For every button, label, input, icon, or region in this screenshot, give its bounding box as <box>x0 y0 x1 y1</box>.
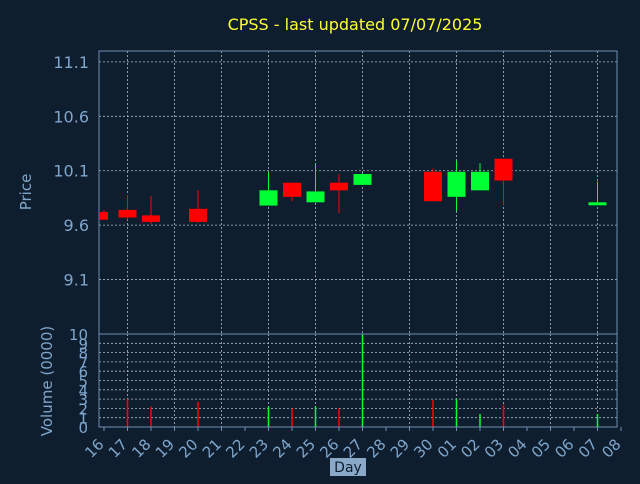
price-tick-label: 9.1 <box>64 271 89 290</box>
volume-bar <box>314 406 317 427</box>
chart-title: CPSS - last updated 07/07/2025 <box>228 15 483 34</box>
volume-bar <box>361 334 364 427</box>
candle-body <box>330 182 348 191</box>
candle-body <box>118 209 137 218</box>
candle-body <box>283 182 301 197</box>
volume-axis-label: Volume (0000) <box>38 326 56 436</box>
candle-body <box>189 208 207 222</box>
price-tick-label: 10.1 <box>53 162 89 181</box>
price-tick-label: 10.6 <box>53 107 89 126</box>
candle-body <box>353 173 372 185</box>
volume-bar <box>502 404 505 427</box>
candle-body <box>471 171 489 191</box>
price-tick-label: 11.1 <box>53 53 89 72</box>
volume-bar <box>267 406 270 427</box>
candle-body <box>494 158 513 181</box>
volume-bar <box>432 400 434 427</box>
stock-chart: CPSS - last updated 07/07/2025 Price Vol… <box>0 0 640 480</box>
candle-body <box>306 191 325 203</box>
volume-bar <box>291 408 293 427</box>
volume-tick-label: 0 <box>78 419 88 437</box>
volume-bar <box>126 399 129 427</box>
candle-body <box>447 171 466 197</box>
price-axis-label: Price <box>17 174 35 211</box>
x-axis-label: Day <box>334 460 362 476</box>
candle-body <box>588 202 607 206</box>
price-tick-label: 9.6 <box>64 216 89 235</box>
candle-body <box>259 190 278 206</box>
volume-bar <box>150 406 152 427</box>
candle-body <box>142 215 160 222</box>
volume-bar <box>596 413 599 427</box>
candle-body <box>424 171 442 202</box>
candle-body <box>100 212 108 220</box>
volume-bar <box>197 401 199 427</box>
volume-bar <box>338 408 340 427</box>
volume-bar <box>455 399 458 427</box>
volume-bar <box>479 413 481 427</box>
